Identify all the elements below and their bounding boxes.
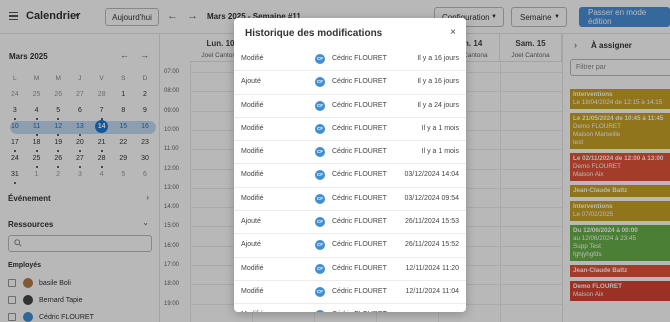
history-row: Ajouté CF Cédric FLOURET Il y a 16 jours	[234, 71, 466, 95]
user-avatar: CF	[315, 193, 325, 204]
history-user: Cédric FLOURET	[332, 171, 387, 179]
history-date: 03/12/2024 09:54	[404, 194, 460, 202]
history-date: Il y a 1 mois	[421, 124, 459, 132]
history-row: Modifié CF Cédric FLOURET 03/12/2024 14:04	[234, 164, 466, 188]
history-date: Il y a 1 mois	[421, 148, 459, 156]
user-avatar: CF	[315, 123, 325, 134]
history-action: Modifié	[241, 55, 264, 62]
history-user: Cédric FLOURET	[332, 287, 387, 295]
history-user: Cédric FLOURET	[332, 194, 387, 202]
history-user: Cédric FLOURET	[332, 311, 387, 312]
user-avatar: CF	[315, 240, 325, 251]
history-action: Modifié	[241, 171, 264, 179]
user-avatar: CF	[315, 170, 325, 181]
history-user: Cédric FLOURET	[332, 55, 387, 62]
history-list: Modifié CF Cédric FLOURET Il y a 16 jours Aj…	[234, 48, 466, 312]
user-avatar: CF	[315, 217, 325, 228]
history-user: Cédric FLOURET	[332, 101, 387, 109]
history-row: Modifié CF Cédric FLOURET 12/11/2024 11:04	[234, 281, 466, 305]
history-action: Ajouté	[241, 78, 261, 86]
user-avatar: CF	[315, 54, 325, 64]
history-action: Modifié	[241, 101, 264, 109]
history-user: Cédric FLOURET	[332, 264, 387, 272]
history-action: Modifié	[241, 194, 264, 202]
history-action: Modifié	[241, 311, 264, 312]
history-action: Ajouté	[241, 218, 261, 226]
history-user: Cédric FLOURET	[332, 241, 387, 249]
history-user: Cédric FLOURET	[332, 218, 387, 226]
history-action: Ajouté	[241, 241, 261, 249]
history-row: Modifié CF Cédric FLOURET	[234, 304, 466, 312]
history-modal: Historique des modifications × Modifié CF…	[234, 18, 466, 312]
history-row: Modifié CF Cédric FLOURET Il y a 16 jours	[234, 48, 466, 72]
user-avatar: CF	[315, 77, 325, 88]
history-action: Modifié	[241, 287, 264, 295]
user-avatar: CF	[315, 310, 325, 312]
close-icon[interactable]: ×	[450, 27, 456, 38]
modal-title: Historique des modifications	[245, 28, 383, 39]
history-date: Il y a 16 jours	[417, 78, 459, 86]
history-date: 12/11/2024 11:20	[405, 264, 459, 272]
history-row: Modifié CF Cédric FLOURET 12/11/2024 11:20	[234, 258, 466, 281]
user-avatar: CF	[315, 147, 325, 158]
history-date: 03/12/2024 14:04	[404, 171, 460, 179]
history-action: Modifié	[241, 148, 264, 156]
history-date: Il y a 24 jours	[417, 101, 459, 109]
history-row: Modifié CF Cédric FLOURET Il y a 1 mois	[234, 118, 466, 142]
history-row: Modifié CF Cédric FLOURET Il y a 1 mois	[234, 141, 466, 165]
history-action: Modifié	[241, 264, 264, 272]
history-action: Modifié	[241, 124, 264, 132]
history-date: 26/11/2024 15:52	[405, 241, 459, 249]
history-date: 12/11/2024 11:04	[405, 287, 459, 295]
history-row: Ajouté CF Cédric FLOURET 26/11/2024 15:52	[234, 234, 466, 258]
history-user: Cédric FLOURET	[332, 124, 387, 132]
history-row: Modifié CF Cédric FLOURET 03/12/2024 09:54	[234, 188, 466, 212]
history-row: Modifié CF Cédric FLOURET Il y a 24 jours	[234, 95, 466, 118]
history-row: Ajouté CF Cédric FLOURET 26/11/2024 15:53	[234, 211, 466, 235]
user-avatar: CF	[315, 286, 325, 297]
history-date: Il y a 16 jours	[417, 55, 459, 62]
user-avatar: CF	[315, 100, 325, 111]
user-avatar: CF	[315, 263, 325, 274]
history-user: Cédric FLOURET	[332, 148, 387, 156]
history-date: 26/11/2024 15:53	[405, 218, 459, 226]
history-user: Cédric FLOURET	[332, 78, 387, 86]
